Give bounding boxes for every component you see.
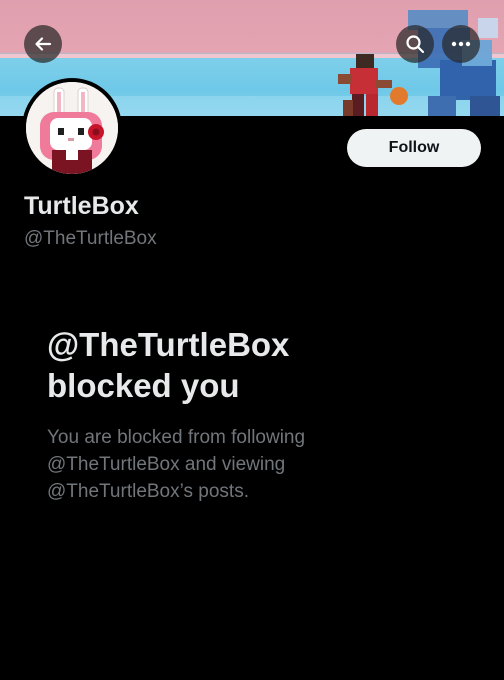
avatar-bunny-image	[26, 82, 118, 174]
more-horizontal-icon	[451, 41, 471, 47]
more-options-button[interactable]	[442, 25, 480, 63]
back-button[interactable]	[24, 25, 62, 63]
blocked-description: You are blocked from following @TheTurtl…	[47, 424, 467, 505]
search-icon	[406, 35, 425, 54]
profile-avatar[interactable]	[22, 78, 122, 178]
blocked-desc-line2: @TheTurtleBox and viewing	[47, 454, 286, 475]
display-name: TurtleBox	[24, 192, 139, 220]
blocked-desc-line3: @TheTurtleBox’s posts.	[47, 481, 249, 502]
back-arrow-icon	[35, 37, 52, 51]
follow-button[interactable]: Follow	[347, 129, 481, 167]
blocked-title: @TheTurtleBox blocked you	[47, 324, 467, 406]
search-button[interactable]	[396, 25, 434, 63]
user-handle: @TheTurtleBox	[24, 228, 157, 249]
blocked-title-handle: @TheTurtleBox	[47, 326, 290, 363]
blocked-title-text: blocked you	[47, 367, 240, 404]
blocked-desc-line1: You are blocked from following	[47, 427, 306, 448]
